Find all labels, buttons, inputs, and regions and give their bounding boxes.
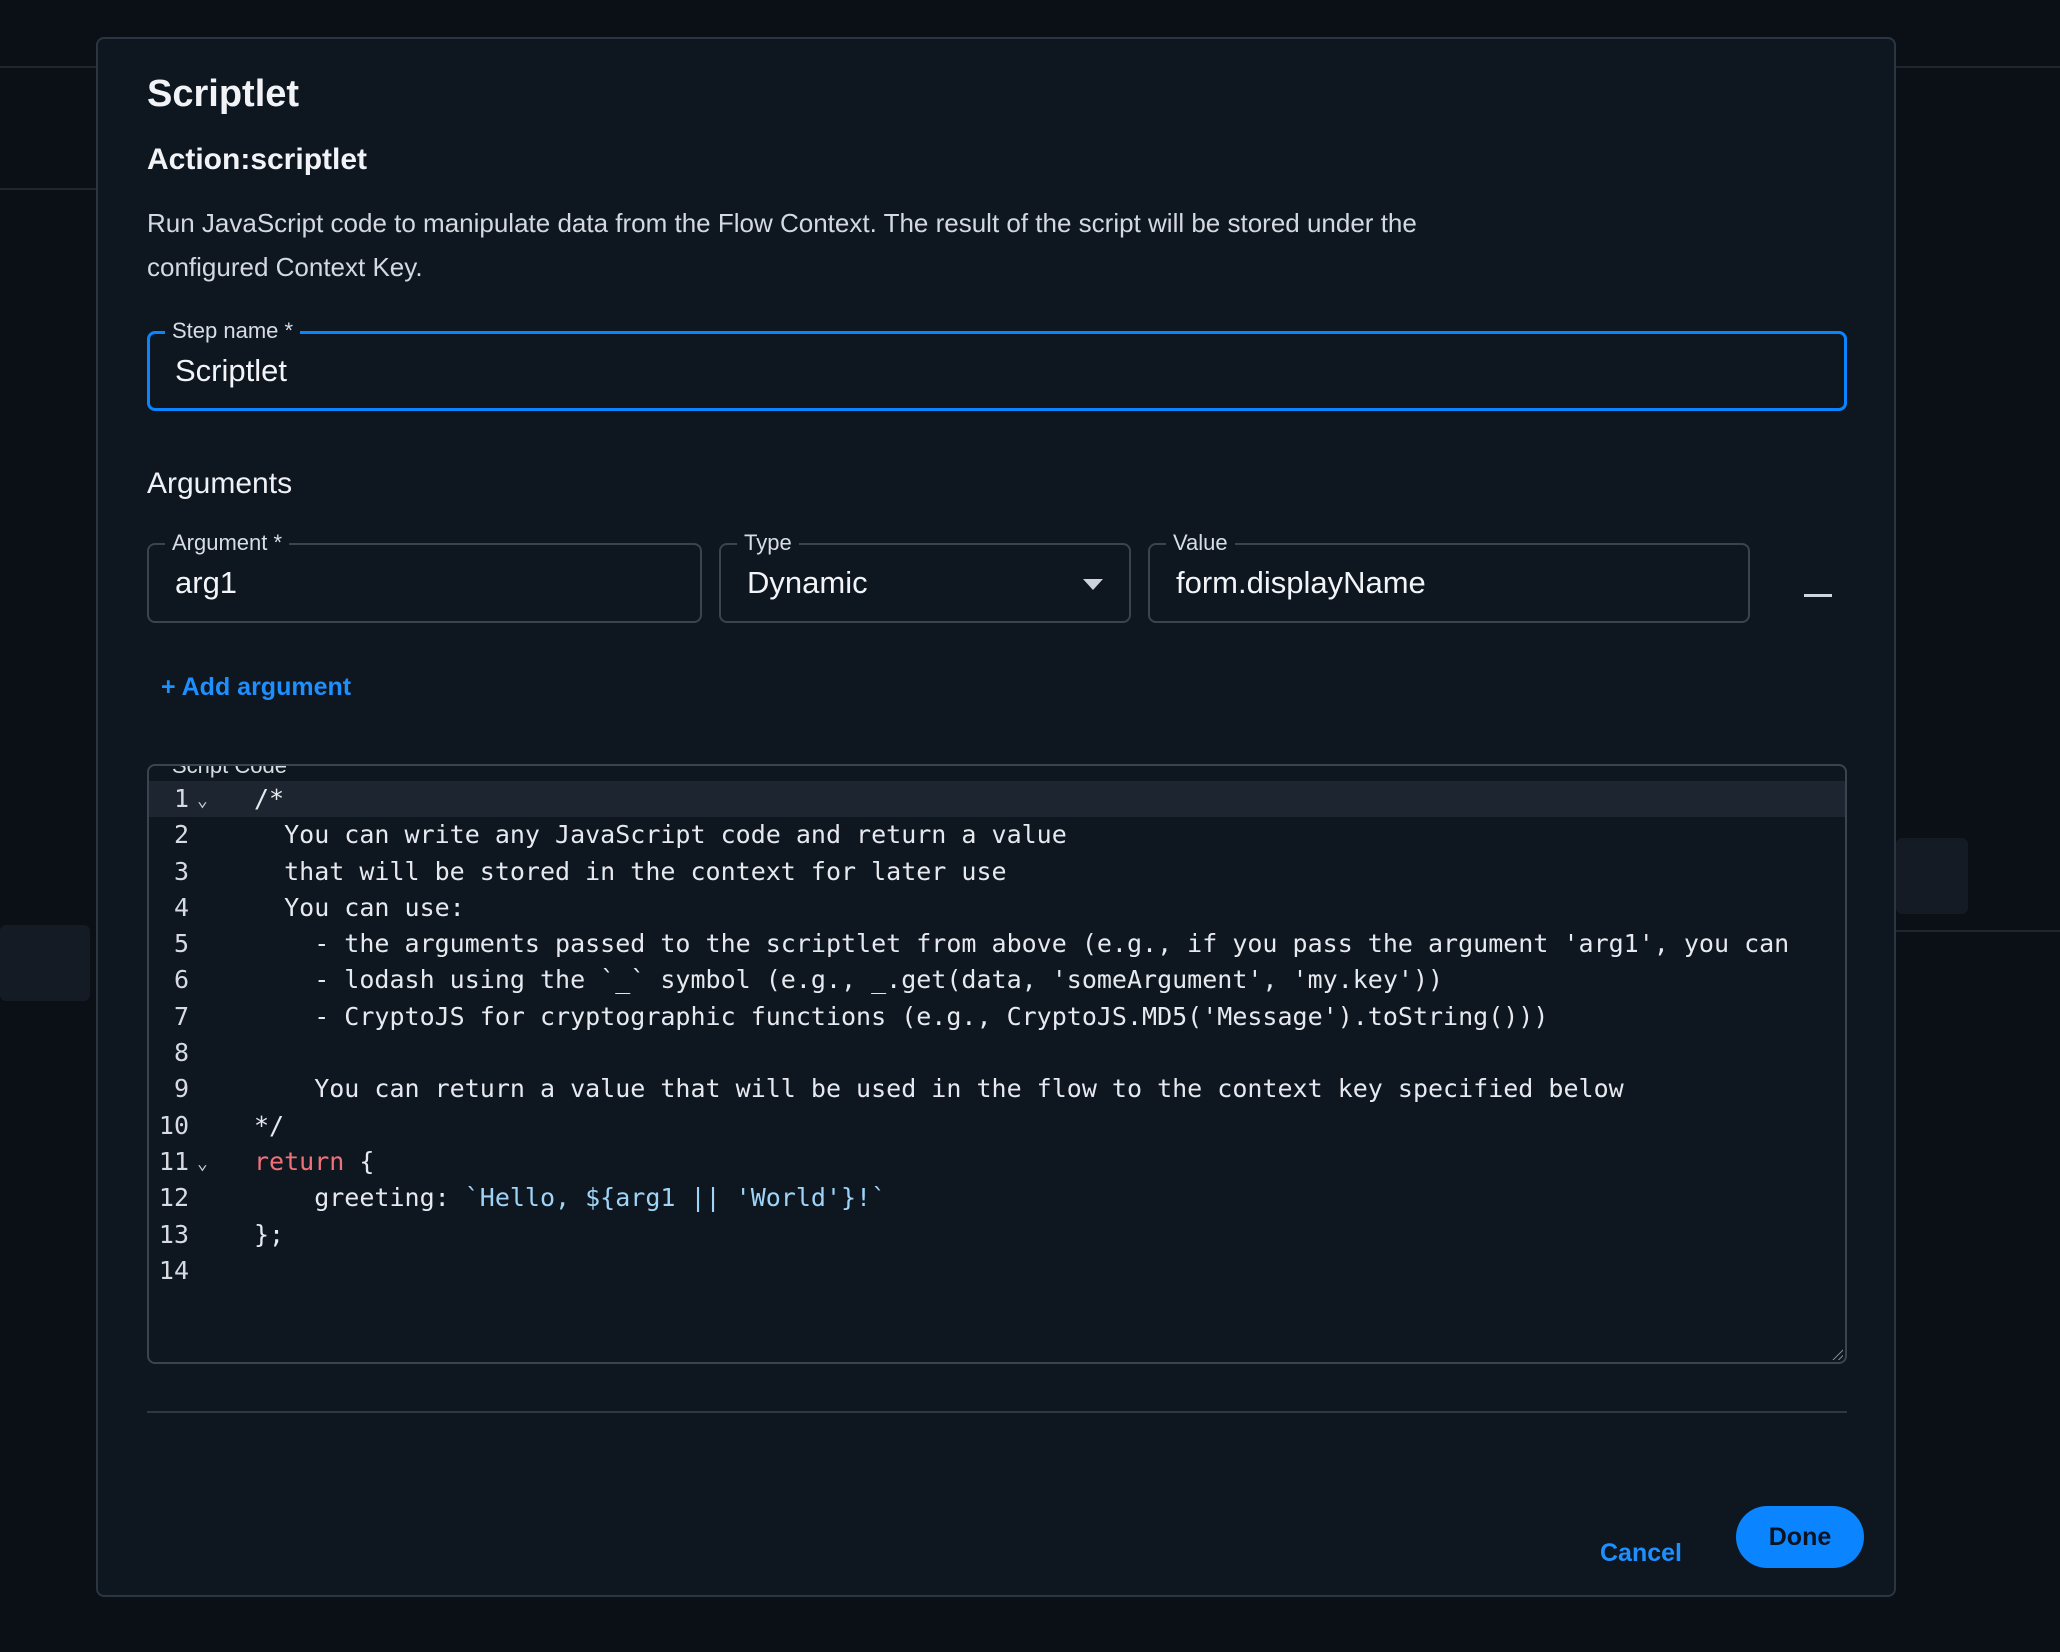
background-node — [0, 925, 90, 1001]
code-text: - lodash using the `_` symbol (e.g., _.g… — [254, 962, 1443, 998]
code-plain: that will be stored in the context for l… — [254, 856, 1007, 886]
argument-value-input[interactable]: form.displayName — [1176, 565, 1426, 601]
remove-argument-button[interactable] — [1788, 571, 1848, 621]
line-number: 1 — [173, 784, 189, 813]
step-name-label: Step name * — [165, 317, 301, 345]
code-text: return { — [254, 1144, 374, 1180]
code-line[interactable]: 11 ⌄ return { — [149, 1144, 1845, 1180]
code-plain: }; — [254, 1219, 285, 1249]
code-line[interactable]: 3 that will be stored in the context for… — [149, 854, 1845, 890]
step-name-field[interactable]: Step name * Scriptlet — [147, 317, 1847, 411]
code-plain: - the arguments passed to the scriptlet … — [254, 929, 1790, 959]
code-plain: greeting: — [254, 1183, 465, 1213]
line-number: 14 — [158, 1255, 189, 1285]
line-number: 5 — [173, 929, 189, 959]
line-number: 6 — [173, 965, 189, 995]
cancel-button[interactable]: Cancel — [1586, 1523, 1696, 1583]
minus-icon — [1804, 594, 1832, 597]
line-number: 7 — [173, 1001, 189, 1031]
code-line[interactable]: 2 You can write any JavaScript code and … — [149, 817, 1845, 853]
code-string: `Hello, ${arg1 || 'World'}!` — [464, 1183, 887, 1213]
code-plain: { — [344, 1146, 375, 1176]
code-text: - CryptoJS for cryptographic functions (… — [254, 999, 1548, 1035]
code-text: greeting: `Hello, ${arg1 || 'World'}!` — [254, 1180, 886, 1216]
argument-name-label: Argument * — [165, 529, 290, 557]
line-number: 12 — [158, 1183, 189, 1213]
code-line[interactable]: 4 You can use: — [149, 890, 1845, 926]
script-code-editor[interactable]: Script Code 1 ⌄/* 2 You can write any Java… — [147, 764, 1847, 1364]
line-number: 4 — [173, 892, 189, 922]
argument-name-input[interactable]: arg1 — [175, 565, 237, 601]
code-text: You can return a value that will be used… — [254, 1071, 1624, 1107]
add-argument-button[interactable]: + Add argument — [161, 673, 351, 702]
code-line[interactable]: 14 — [149, 1253, 1845, 1289]
code-line[interactable]: 7 - CryptoJS for cryptographic functions… — [149, 999, 1845, 1035]
line-number: 2 — [173, 820, 189, 850]
code-text: You can write any JavaScript code and re… — [254, 817, 1067, 853]
fold-chevron-icon[interactable]: ⌄ — [197, 1146, 208, 1182]
arguments-heading: Arguments — [147, 467, 293, 500]
code-line[interactable]: 6 - lodash using the `_` symbol (e.g., _… — [149, 962, 1845, 998]
code-text: You can use: — [254, 890, 465, 926]
fold-chevron-icon[interactable]: ⌄ — [197, 783, 208, 819]
line-number: 8 — [173, 1038, 189, 1068]
done-button[interactable]: Done — [1736, 1506, 1864, 1568]
footer-divider — [147, 1411, 1847, 1413]
argument-type-value[interactable]: Dynamic — [747, 565, 868, 601]
argument-type-label: Type — [737, 529, 799, 557]
code-line[interactable]: 10 */ — [149, 1108, 1845, 1144]
code-plain: /* — [254, 784, 285, 813]
code-line[interactable]: 9 You can return a value that will be us… — [149, 1071, 1845, 1107]
argument-value-label: Value — [1166, 529, 1235, 557]
code-plain: - lodash using the `_` symbol (e.g., _.g… — [254, 965, 1444, 995]
argument-name-field[interactable]: Argument * arg1 — [147, 529, 702, 623]
code-plain: - CryptoJS for cryptographic functions (… — [254, 1001, 1549, 1031]
code-line[interactable]: 1 ⌄ /* — [149, 781, 1845, 819]
code-line[interactable]: 13}; — [149, 1217, 1845, 1253]
dialog-subtitle: Action:scriptlet — [147, 143, 368, 176]
code-plain: You can return a value that will be used… — [254, 1074, 1624, 1104]
chevron-down-icon[interactable] — [1083, 579, 1103, 590]
scriptlet-dialog: Scriptlet Action:scriptlet Run JavaScrip… — [96, 37, 1896, 1597]
line-number: 9 — [173, 1074, 189, 1104]
code-plain: You can use: — [254, 892, 465, 922]
code-area[interactable]: 1 ⌄ /* 2 You can write any JavaScript code … — [149, 766, 1845, 1362]
background-divider — [1896, 930, 2060, 932]
code-line[interactable]: 5 - the arguments passed to the scriptle… — [149, 926, 1845, 962]
code-keyword: return — [254, 1146, 345, 1176]
dialog-title: Scriptlet — [147, 73, 300, 115]
code-plain: You can write any JavaScript code and re… — [254, 820, 1067, 850]
background-node — [1896, 838, 1968, 914]
code-text: /* — [254, 781, 284, 817]
line-number: 11 — [158, 1146, 189, 1176]
background-divider — [0, 188, 100, 190]
dialog-description: Run JavaScript code to manipulate data f… — [147, 208, 1417, 282]
code-text: }; — [254, 1217, 284, 1253]
code-text: that will be stored in the context for l… — [254, 854, 1007, 890]
code-line[interactable]: 12 greeting: `Hello, ${arg1 || 'World'}!… — [149, 1180, 1845, 1216]
argument-type-select[interactable]: Type Dynamic — [719, 529, 1131, 623]
step-name-input[interactable]: Scriptlet — [175, 353, 287, 389]
resize-handle-icon[interactable] — [1831, 1348, 1843, 1360]
code-text: */ — [254, 1108, 284, 1144]
argument-value-field[interactable]: Value form.displayName — [1148, 529, 1750, 623]
code-line[interactable]: 8 — [149, 1035, 1845, 1071]
code-plain: */ — [254, 1110, 285, 1140]
code-text: - the arguments passed to the scriptlet … — [254, 926, 1789, 962]
line-number: 13 — [158, 1219, 189, 1249]
code-lines[interactable]: 1 ⌄ /* 2 You can write any JavaScript code … — [149, 781, 1845, 1289]
line-number: 3 — [173, 856, 189, 886]
line-number: 10 — [158, 1110, 189, 1140]
